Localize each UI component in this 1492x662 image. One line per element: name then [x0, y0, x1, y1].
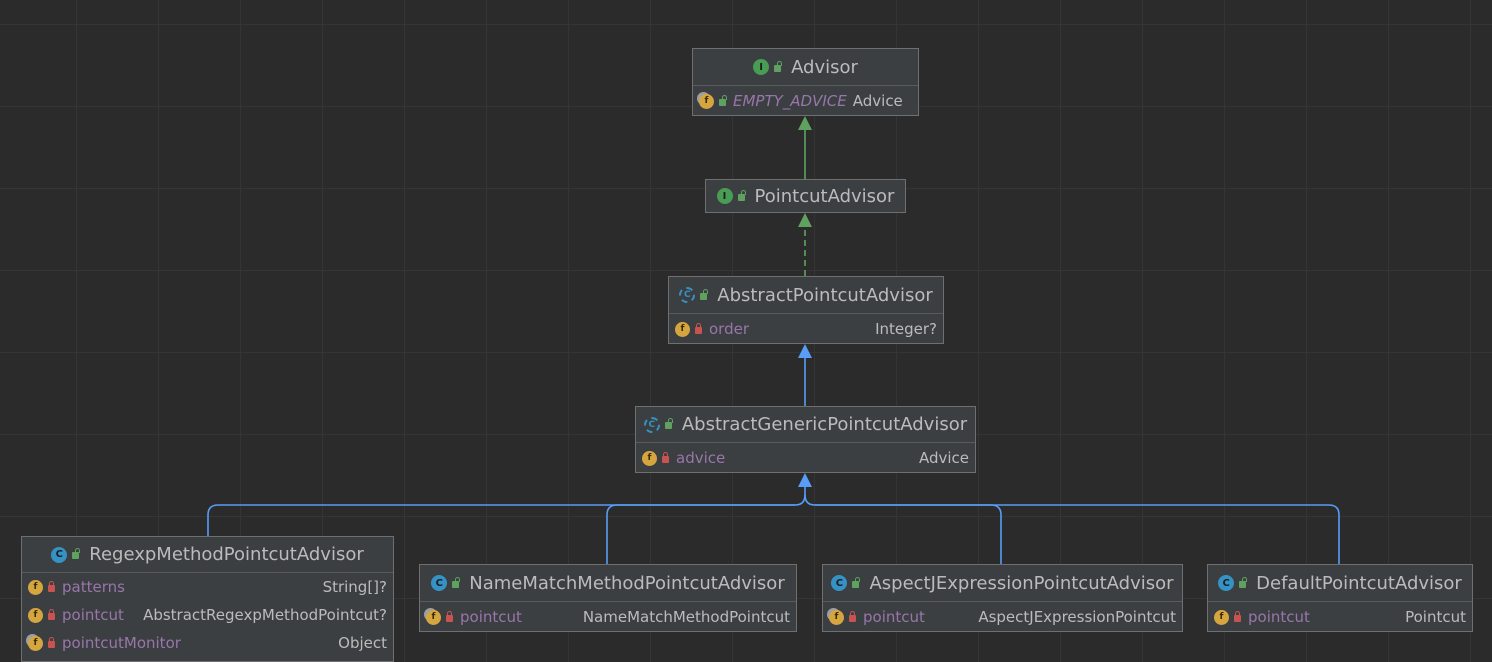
- extends-edge: [815, 504, 1340, 564]
- field-type: Object: [338, 634, 387, 652]
- class-header: C AbstractPointcutAdvisor: [669, 277, 943, 314]
- field-icon: f: [28, 579, 43, 595]
- public-lock-icon: [852, 576, 861, 588]
- public-lock-icon: [700, 288, 709, 300]
- public-lock-icon: [664, 418, 673, 429]
- static-final-field-icon: f: [426, 609, 441, 625]
- class-name: PointcutAdvisor: [754, 185, 895, 207]
- class-header: I Advisor: [693, 49, 918, 86]
- class-name: DefaultPointcutAdvisor: [1256, 572, 1462, 594]
- field-row[interactable]: f pointcut AspectJExpressionPointcut: [823, 602, 1182, 632]
- class-name: AspectJExpressionPointcutAdvisor: [869, 572, 1174, 594]
- field-icon: f: [1214, 609, 1229, 625]
- class-node-default-pointcut-advisor[interactable]: C DefaultPointcutAdvisor f pointcut Poin…: [1207, 564, 1473, 632]
- static-final-field-icon: f: [28, 635, 43, 651]
- class-node-abstract-pointcut-advisor[interactable]: C AbstractPointcutAdvisor f order Intege…: [668, 276, 944, 344]
- public-lock-icon: [719, 94, 727, 106]
- class-name: AbstractPointcutAdvisor: [717, 284, 933, 306]
- abstract-class-icon: C: [679, 287, 696, 303]
- class-header: C DefaultPointcutAdvisor: [1208, 565, 1472, 602]
- field-icon: f: [28, 607, 43, 623]
- static-final-field-icon: f: [699, 93, 714, 109]
- field-name: EMPTY_ADVICE: [733, 92, 847, 110]
- field-type: Integer?: [875, 320, 937, 338]
- field-name: pointcut: [460, 608, 522, 626]
- field-row[interactable]: f order Integer?: [669, 314, 943, 344]
- field-type: String[]?: [322, 578, 387, 596]
- private-lock-icon: [48, 580, 55, 592]
- class-icon: C: [831, 575, 848, 591]
- private-lock-icon: [849, 610, 856, 622]
- private-lock-icon: [48, 636, 55, 648]
- class-header: C AspectJExpressionPointcutAdvisor: [823, 565, 1182, 602]
- extends-edge: [207, 487, 806, 536]
- field-type: AspectJExpressionPointcut: [978, 608, 1176, 626]
- class-header: C RegexpMethodPointcutAdvisor: [22, 537, 393, 573]
- field-icon: f: [675, 321, 690, 337]
- field-row[interactable]: f patterns String[]?: [22, 573, 393, 601]
- class-name: NameMatchMethodPointcutAdvisor: [469, 572, 785, 594]
- field-row[interactable]: f pointcutMonitor Object: [22, 629, 393, 657]
- class-node-name-match-method-pointcut-advisor[interactable]: C NameMatchMethodPointcutAdvisor f point…: [419, 564, 797, 632]
- implements-arrowhead: [798, 213, 812, 227]
- class-name: AbstractGenericPointcutAdvisor: [681, 414, 968, 435]
- class-node-regexp-method-pointcut-advisor[interactable]: C RegexpMethodPointcutAdvisor f patterns…: [21, 536, 394, 662]
- field-type: Advice: [852, 92, 903, 110]
- field-type: NameMatchMethodPointcut: [582, 608, 790, 626]
- class-node-abstract-generic-pointcut-advisor[interactable]: C AbstractGenericPointcutAdvisor f advic…: [635, 406, 976, 473]
- extends-arrowhead: [798, 344, 812, 358]
- public-lock-icon: [774, 60, 783, 72]
- extends-edge: [606, 504, 795, 564]
- field-icon: f: [642, 450, 657, 466]
- class-node-advisor[interactable]: I Advisor f EMPTY_ADVICE Advice: [692, 48, 919, 116]
- public-lock-icon: [72, 548, 81, 559]
- field-row[interactable]: f pointcut AbstractRegexpMethodPointcut?: [22, 601, 393, 629]
- class-node-aspectj-expression-pointcut-advisor[interactable]: C AspectJExpressionPointcutAdvisor f poi…: [822, 564, 1183, 632]
- class-node-pointcut-advisor[interactable]: I PointcutAdvisor: [705, 179, 906, 213]
- class-name: RegexpMethodPointcutAdvisor: [89, 544, 364, 565]
- field-name: order: [709, 320, 749, 338]
- private-lock-icon: [1234, 610, 1241, 622]
- static-final-field-icon: f: [829, 609, 844, 625]
- field-name: pointcut: [1248, 608, 1310, 626]
- field-row[interactable]: f pointcut Pointcut: [1208, 602, 1472, 632]
- field-type: Pointcut: [1405, 608, 1466, 626]
- class-icon: C: [431, 575, 448, 591]
- interface-arrowhead: [798, 116, 812, 130]
- public-lock-icon: [452, 576, 461, 588]
- class-header: C NameMatchMethodPointcutAdvisor: [420, 565, 796, 602]
- field-name: patterns: [62, 578, 125, 596]
- field-name: pointcut: [62, 606, 124, 624]
- field-name: pointcut: [863, 608, 925, 626]
- field-name: advice: [676, 449, 726, 467]
- private-lock-icon: [446, 610, 453, 622]
- field-row[interactable]: f advice Advice: [636, 443, 975, 473]
- public-lock-icon: [737, 189, 746, 201]
- field-row[interactable]: f pointcut NameMatchMethodPointcut: [420, 602, 796, 632]
- private-lock-icon: [48, 608, 55, 620]
- private-lock-icon: [695, 322, 702, 334]
- class-icon: C: [1218, 575, 1235, 591]
- abstract-class-icon: C: [643, 416, 660, 433]
- field-row[interactable]: f EMPTY_ADVICE Advice: [693, 86, 918, 116]
- field-type: Advice: [918, 449, 969, 467]
- class-name: Advisor: [791, 56, 858, 78]
- field-type: AbstractRegexpMethodPointcut?: [143, 606, 387, 624]
- interface-icon: I: [753, 59, 770, 75]
- extends-arrowhead: [798, 473, 812, 487]
- field-name: pointcutMonitor: [62, 634, 181, 652]
- class-icon: C: [51, 546, 68, 563]
- class-header: I PointcutAdvisor: [706, 180, 905, 212]
- private-lock-icon: [662, 451, 669, 463]
- class-header: C AbstractGenericPointcutAdvisor: [636, 407, 975, 443]
- public-lock-icon: [1239, 576, 1248, 588]
- interface-icon: I: [716, 188, 733, 204]
